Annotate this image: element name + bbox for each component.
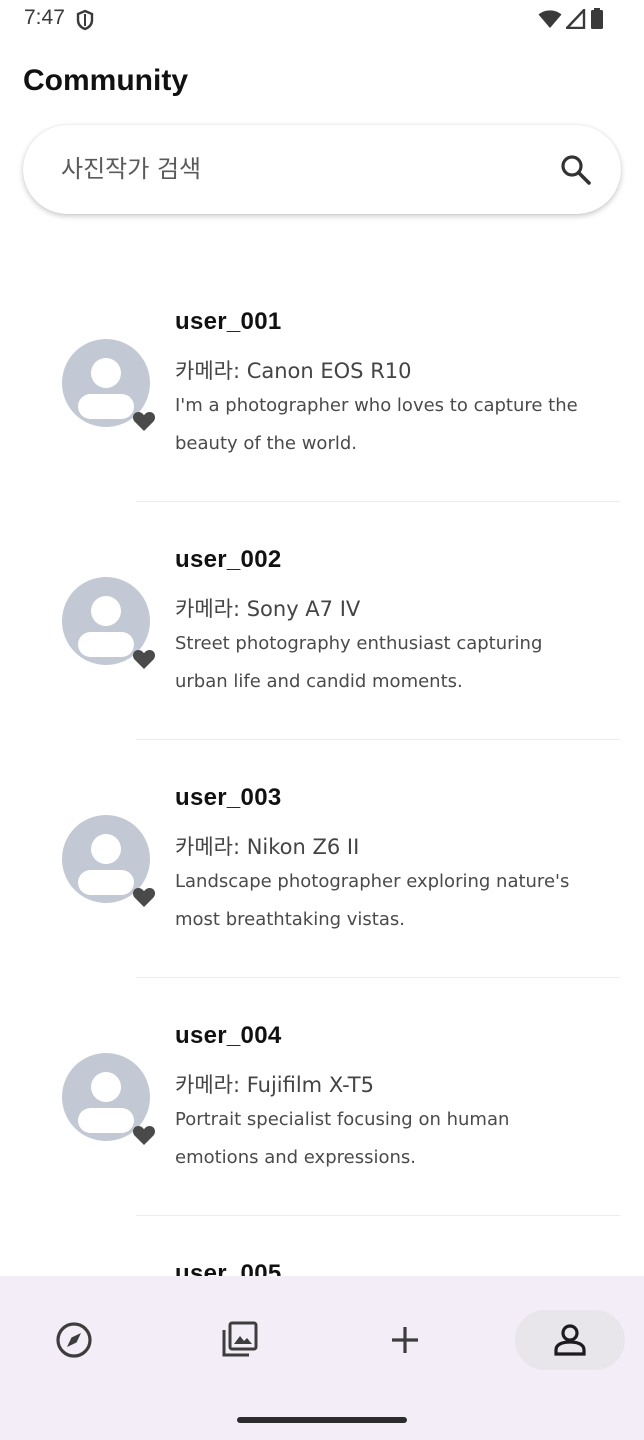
bio: Portrait specialist focusing on human em… bbox=[175, 1101, 595, 1177]
bio-line: Street photography enthusiast capturing bbox=[175, 633, 543, 654]
list-item[interactable]: user_002 카메라: Sony A7 IV Street photogra… bbox=[0, 476, 644, 740]
username: user_002 bbox=[175, 546, 282, 573]
username: user_004 bbox=[175, 1022, 282, 1049]
bio: Street photography enthusiast capturing … bbox=[175, 625, 595, 701]
username: user_003 bbox=[175, 784, 282, 811]
list-item[interactable]: user_001 카메라: Canon EOS R10 I'm a photog… bbox=[0, 238, 644, 502]
nav-community[interactable] bbox=[515, 1310, 625, 1370]
list-item[interactable]: user_005 bbox=[0, 1190, 644, 1276]
heart-icon[interactable] bbox=[132, 1124, 156, 1146]
gesture-bar[interactable] bbox=[237, 1417, 407, 1423]
username: user_005 bbox=[175, 1260, 282, 1276]
shield-icon bbox=[76, 9, 94, 31]
bio-line: beauty of the world. bbox=[175, 433, 357, 454]
compass-icon bbox=[56, 1322, 92, 1358]
battery-icon bbox=[591, 8, 603, 29]
camera-model: 카메라: Canon EOS R10 bbox=[175, 359, 412, 383]
bio-line: urban life and candid moments. bbox=[175, 671, 463, 692]
bio: I'm a photographer who loves to capture … bbox=[175, 387, 595, 463]
community-screen: 7:47 Community 사진작가 검색 user_001 카메라: Can… bbox=[0, 0, 644, 1440]
bio-line: Portrait specialist focusing on human bbox=[175, 1109, 510, 1130]
nav-gallery[interactable] bbox=[184, 1310, 294, 1370]
camera-model: 카메라: Fujifilm X-T5 bbox=[175, 1073, 374, 1097]
person-icon bbox=[554, 1324, 586, 1356]
gallery-icon bbox=[222, 1321, 258, 1357]
signal-icon bbox=[566, 9, 586, 29]
heart-icon[interactable] bbox=[132, 648, 156, 670]
status-icons bbox=[538, 8, 604, 30]
bio: Landscape photographer exploring nature'… bbox=[175, 863, 595, 939]
search-icon[interactable] bbox=[559, 153, 593, 187]
search-bar[interactable] bbox=[23, 125, 621, 214]
photographer-list[interactable]: user_001 카메라: Canon EOS R10 I'm a photog… bbox=[0, 238, 644, 1276]
nav-add[interactable] bbox=[350, 1310, 460, 1370]
search-input[interactable] bbox=[61, 147, 521, 191]
heart-icon[interactable] bbox=[132, 886, 156, 908]
username: user_001 bbox=[175, 308, 282, 335]
list-item[interactable]: user_003 카메라: Nikon Z6 II Landscape phot… bbox=[0, 714, 644, 978]
heart-icon[interactable] bbox=[132, 410, 156, 432]
bottom-navigation bbox=[0, 1276, 644, 1440]
status-time: 7:47 bbox=[24, 6, 65, 29]
status-bar: 7:47 bbox=[0, 0, 644, 36]
bio-line: most breathtaking vistas. bbox=[175, 909, 405, 930]
page-title: Community bbox=[23, 64, 188, 97]
nav-explore[interactable] bbox=[19, 1310, 129, 1370]
bio-line: Landscape photographer exploring nature'… bbox=[175, 871, 570, 892]
list-item[interactable]: user_004 카메라: Fujifilm X-T5 Portrait spe… bbox=[0, 952, 644, 1216]
wifi-icon bbox=[538, 10, 562, 28]
camera-model: 카메라: Nikon Z6 II bbox=[175, 835, 360, 859]
camera-model: 카메라: Sony A7 IV bbox=[175, 597, 361, 621]
bio-line: emotions and expressions. bbox=[175, 1147, 416, 1168]
bio-line: I'm a photographer who loves to capture … bbox=[175, 395, 578, 416]
plus-icon bbox=[392, 1327, 418, 1353]
